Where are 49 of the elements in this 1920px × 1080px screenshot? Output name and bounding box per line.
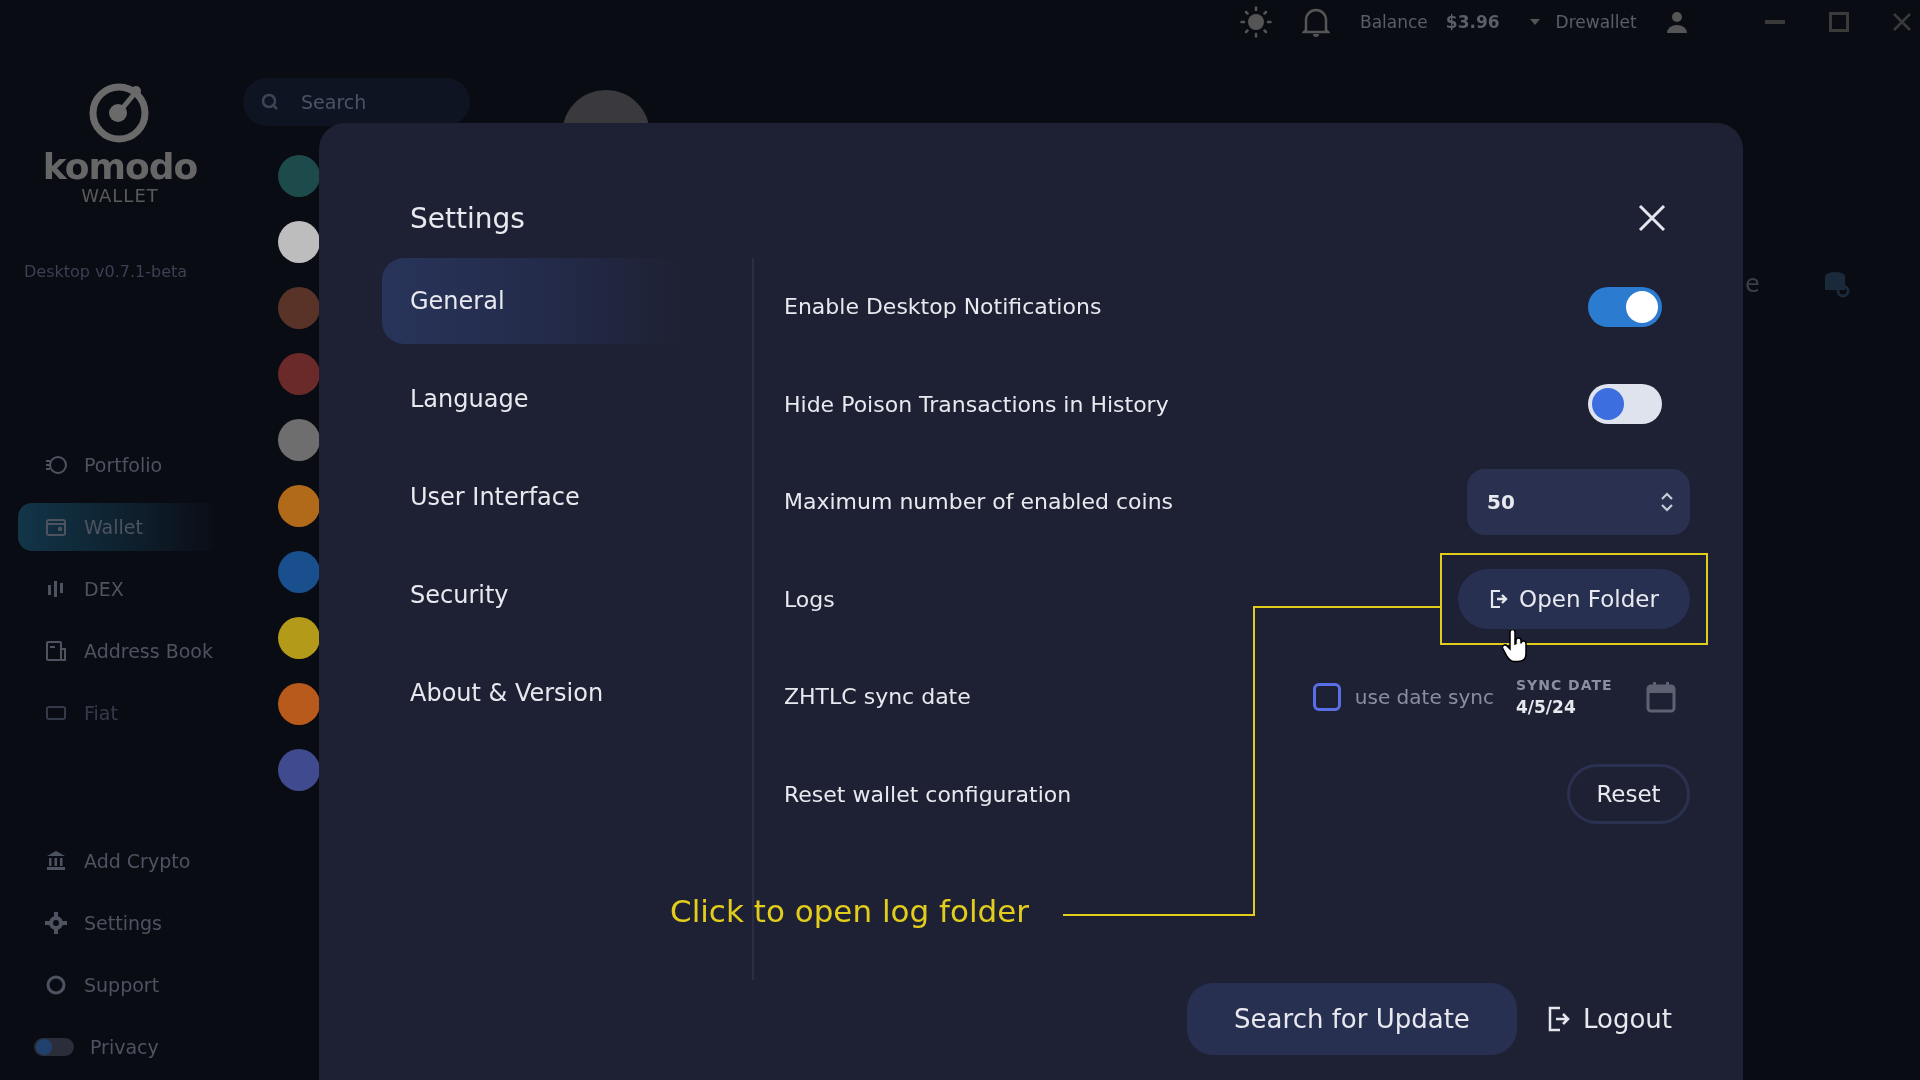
number-dropdown[interactable]: 50 bbox=[1467, 468, 1690, 535]
setting-label: Reset wallet configuration bbox=[784, 781, 1072, 807]
balance-value: $3.96 bbox=[1445, 12, 1500, 32]
checkbox-label[interactable]: use date sync bbox=[1354, 684, 1494, 709]
reset-button[interactable]: Reset bbox=[1567, 764, 1690, 825]
dialog-title: Settings bbox=[410, 201, 525, 235]
date-field[interactable]: SYNC DATE 4/5/24 bbox=[1516, 676, 1632, 717]
coin-icon[interactable] bbox=[278, 485, 320, 527]
setting-label: Enable Desktop Notifications bbox=[784, 294, 1102, 320]
exit-icon bbox=[1489, 588, 1510, 611]
checkbox[interactable] bbox=[1312, 682, 1341, 711]
version-label: Desktop v0.7.1-beta bbox=[24, 262, 189, 281]
user-icon[interactable] bbox=[1666, 11, 1687, 33]
logout-button[interactable]: Logout bbox=[1534, 983, 1690, 1055]
privacy-switch[interactable] bbox=[34, 1038, 74, 1056]
dropdown-value: 50 bbox=[1487, 489, 1515, 514]
settings-tab[interactable]: About & Version bbox=[382, 650, 682, 736]
settings-tab[interactable]: User Interface bbox=[382, 454, 682, 540]
maximize-icon[interactable] bbox=[1828, 12, 1849, 32]
annotation-text: Click to open log folder bbox=[670, 893, 1029, 929]
setting-label: Logs bbox=[784, 586, 835, 612]
balance-label: Balance bbox=[1360, 12, 1428, 32]
coin-icon[interactable] bbox=[278, 617, 320, 659]
search-for-update-button[interactable]: Search for Update bbox=[1186, 983, 1517, 1055]
gear-icon bbox=[44, 911, 68, 935]
open-folder-button[interactable]: Open Folder bbox=[1458, 569, 1690, 630]
setting-label: ZHTLC sync date bbox=[784, 684, 971, 710]
settings-tab[interactable]: Language bbox=[382, 356, 682, 442]
bell-icon[interactable] bbox=[1302, 6, 1330, 38]
toggle-switch[interactable] bbox=[1588, 286, 1662, 327]
bank-icon bbox=[44, 849, 68, 873]
setting-label: Maximum number of enabled coins bbox=[784, 489, 1174, 515]
exit-icon bbox=[1546, 1005, 1571, 1033]
toggle-switch[interactable] bbox=[1588, 384, 1662, 425]
hand-cursor-icon bbox=[1502, 630, 1530, 664]
book-icon bbox=[44, 639, 68, 663]
calendar-icon[interactable] bbox=[1646, 680, 1676, 713]
logo-wordmark: komodo bbox=[42, 149, 198, 185]
support-icon bbox=[44, 973, 68, 997]
search-field[interactable]: Search bbox=[243, 78, 470, 126]
settings-tab[interactable]: Security bbox=[382, 552, 682, 638]
portfolio-icon bbox=[44, 453, 68, 477]
coin-icon[interactable] bbox=[278, 221, 320, 263]
caret-icon[interactable] bbox=[1529, 19, 1540, 25]
up-down-chevron-icon bbox=[1660, 490, 1674, 513]
sun-icon[interactable] bbox=[1240, 6, 1272, 38]
setting-label: Hide Poison Transactions in History bbox=[784, 391, 1169, 417]
minimize-icon[interactable] bbox=[1764, 20, 1785, 24]
logo-subtitle: WALLET bbox=[81, 185, 159, 206]
